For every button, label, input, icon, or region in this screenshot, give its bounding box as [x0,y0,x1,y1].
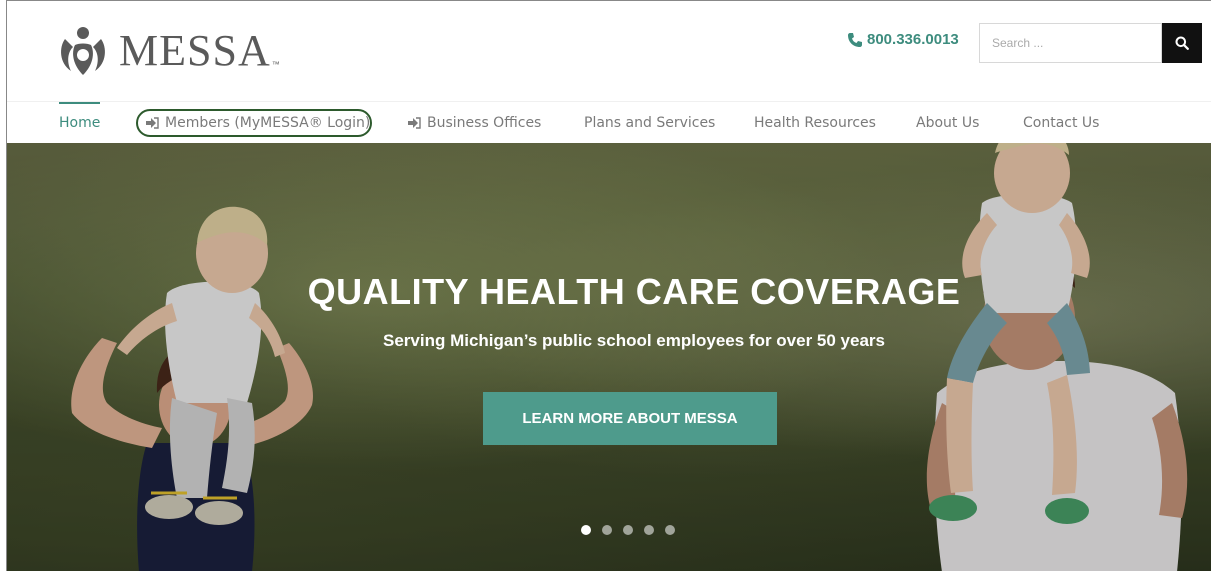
sign-in-icon [146,117,159,129]
nav-label: Contact Us [1023,115,1100,131]
messa-logo[interactable]: MESSA ™ [57,15,280,77]
nav-plans-and-services[interactable]: Plans and Services [584,102,715,144]
phone-icon [848,32,862,47]
nav-label: Members (MyMESSA® Login) [165,115,371,131]
carousel-dot-4[interactable] [644,525,654,535]
nav-label: Plans and Services [584,115,716,131]
messa-logo-icon [61,27,105,75]
search-box [979,23,1162,63]
browser-frame: MESSA ™ 800.336.0013 Home [6,0,1211,571]
hero-banner: QUALITY HEALTH CARE COVERAGE Serving Mic… [7,143,1211,571]
nav-label: About Us [916,115,980,131]
nav-members-login[interactable]: Members (MyMESSA® Login) [145,102,370,144]
phone-number: 800.336.0013 [867,31,959,48]
nav-about-us[interactable]: About Us [916,102,979,144]
carousel-dot-3[interactable] [623,525,633,535]
logo-wordmark: MESSA [119,26,271,75]
search-button[interactable] [1162,23,1202,63]
nav-label: Business Offices [427,115,542,131]
phone-link[interactable]: 800.336.0013 [847,31,959,48]
nav-label: Health Resources [754,115,876,131]
carousel-dot-1[interactable] [581,525,591,535]
carousel-dot-5[interactable] [665,525,675,535]
sign-in-icon [408,117,421,129]
hero-subtitle: Serving Michigan’s public school employe… [383,331,885,350]
carousel-dots [581,525,675,535]
nav-label: Home [59,115,101,131]
nav-business-offices[interactable]: Business Offices [407,102,541,144]
search-input[interactable] [992,36,1149,50]
logo-trademark: ™ [271,60,280,69]
learn-more-button[interactable]: LEARN MORE ABOUT MESSA [483,392,777,445]
search-icon [1175,36,1189,50]
nav-home[interactable]: Home [59,102,101,144]
hero-title: QUALITY HEALTH CARE COVERAGE [307,271,961,312]
nav-health-resources[interactable]: Health Resources [754,102,876,144]
nav-contact-us[interactable]: Contact Us [1023,102,1099,144]
main-nav: Home Members (MyMESSA® Login) Business O… [7,101,1211,143]
carousel-dot-2[interactable] [602,525,612,535]
site-header: MESSA ™ 800.336.0013 [7,1,1211,101]
hero-overlay [7,143,1211,571]
